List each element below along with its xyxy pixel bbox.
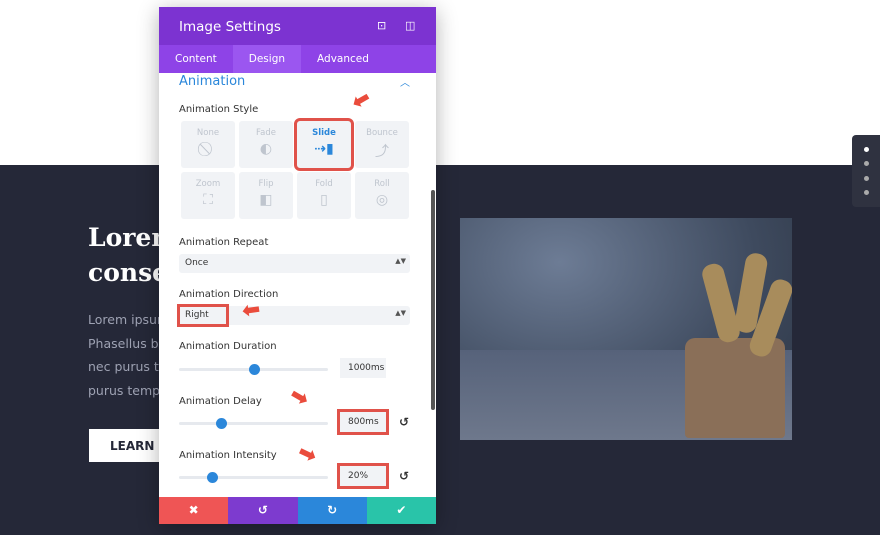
annotation-arrow-icon: ⬅: [240, 296, 263, 325]
style-fade[interactable]: Fade ◐: [239, 121, 293, 168]
bounce-icon: ⤴: [375, 144, 389, 160]
duration-input[interactable]: 1000ms: [340, 358, 386, 378]
panel-title: Image Settings: [179, 19, 281, 35]
save-button[interactable]: ✔: [366, 497, 436, 524]
style-roll[interactable]: Roll ◎: [355, 172, 409, 219]
intensity-input[interactable]: 20%: [337, 463, 389, 489]
slider-thumb[interactable]: [206, 472, 218, 483]
intensity-slider[interactable]: [179, 472, 328, 483]
scrollbar[interactable]: [431, 190, 435, 410]
undo-button[interactable]: ↺: [228, 497, 298, 524]
tab-design[interactable]: Design: [232, 45, 302, 73]
delay-input[interactable]: 800ms: [337, 409, 389, 435]
select-arrows-icon: ▲▼: [395, 257, 406, 265]
duration-label: Animation Duration: [179, 341, 277, 352]
tabs: Content Design Advanced: [159, 45, 436, 73]
slider-thumb[interactable]: [215, 418, 227, 429]
highlight-box: [177, 304, 229, 327]
animation-style-label: Animation Style: [179, 104, 259, 115]
intensity-label: Animation Intensity: [179, 450, 277, 461]
animation-style-grid: None⃠ Fade◐ Slide⇢▮ Bounce⤴ Zoom⛶ Flip◧ …: [181, 118, 409, 219]
nav-dot[interactable]: [864, 147, 869, 152]
section-body: Lorem ipsum Phasellus bil nec purus te p…: [88, 312, 170, 398]
slider-thumb[interactable]: [248, 364, 260, 375]
panel-header: Image Settings ⊡ ◫: [159, 7, 436, 45]
nav-dot[interactable]: [864, 190, 869, 195]
fold-icon: ▯: [320, 192, 328, 208]
image-settings-panel: Image Settings ⊡ ◫ Content Design Advanc…: [159, 7, 436, 524]
roll-icon: ◎: [375, 192, 389, 208]
fullscreen-icon[interactable]: ⊡: [377, 19, 386, 32]
duration-slider[interactable]: [179, 364, 328, 375]
dot-navigation: [852, 135, 880, 207]
close-button[interactable]: ✖: [159, 497, 229, 524]
section-title[interactable]: Animation: [179, 74, 245, 89]
fade-icon: ◐: [259, 141, 273, 157]
redo-button[interactable]: ↻: [297, 497, 367, 524]
food-image: [460, 218, 792, 440]
slide-icon: ⇢▮: [314, 141, 334, 157]
style-flip[interactable]: Flip ◧: [239, 172, 293, 219]
delay-label: Animation Delay: [179, 396, 262, 407]
style-zoom[interactable]: Zoom ⛶: [181, 172, 235, 219]
flip-icon: ◧: [259, 192, 273, 208]
style-slide[interactable]: Slide ⇢▮: [294, 118, 354, 171]
nav-dot[interactable]: [864, 176, 869, 181]
select-arrows-icon: ▲▼: [395, 309, 406, 317]
reset-icon[interactable]: ↺: [399, 469, 409, 483]
chevron-up-icon[interactable]: ︿: [400, 74, 410, 89]
style-none[interactable]: None⃠: [181, 121, 235, 168]
sidebar-icon[interactable]: ◫: [405, 19, 415, 32]
style-fold[interactable]: Fold ▯: [297, 172, 351, 219]
reset-icon[interactable]: ↺: [399, 415, 409, 429]
tab-content[interactable]: Content: [159, 45, 233, 73]
style-bounce[interactable]: Bounce ⤴: [355, 121, 409, 168]
nav-dot[interactable]: [864, 161, 869, 166]
repeat-select[interactable]: Once ▲▼: [179, 254, 410, 273]
zoom-icon: ⛶: [203, 192, 213, 208]
direction-label: Animation Direction: [179, 289, 279, 300]
tab-advanced[interactable]: Advanced: [301, 45, 385, 73]
repeat-label: Animation Repeat: [179, 237, 269, 248]
none-icon: ⃠: [181, 141, 235, 157]
panel-footer: ✖ ↺ ↻ ✔: [159, 497, 436, 524]
delay-slider[interactable]: [179, 418, 328, 429]
